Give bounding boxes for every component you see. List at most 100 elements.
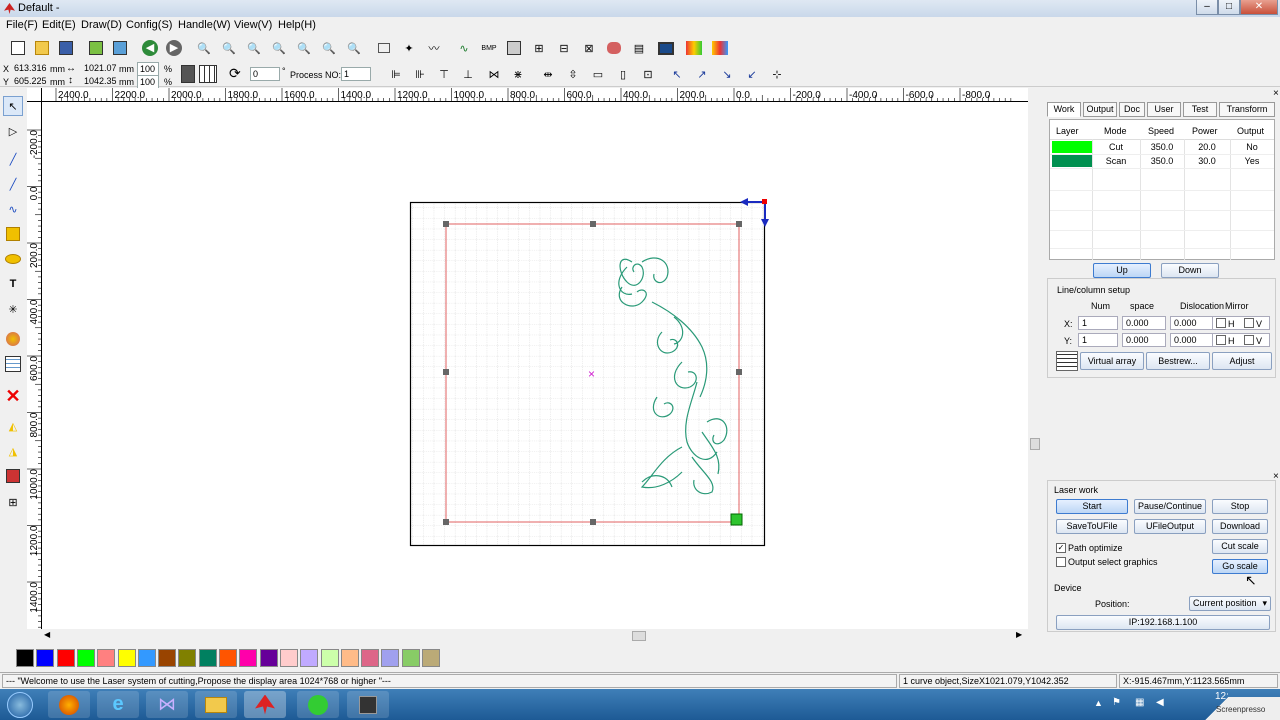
- zoom-select-icon[interactable]: 🔍: [319, 38, 339, 58]
- palette-swatch[interactable]: [361, 649, 380, 667]
- curve-tool-icon[interactable]: ∿: [3, 199, 23, 219]
- dark-app-icon[interactable]: [347, 691, 389, 718]
- start-menu-icon[interactable]: [2, 691, 38, 718]
- media-app-icon[interactable]: ⋈: [146, 691, 188, 718]
- rotation-field[interactable]: 0: [250, 67, 280, 81]
- same-height-icon[interactable]: ▯: [613, 64, 633, 84]
- align-right-icon[interactable]: ⊪: [410, 64, 430, 84]
- process-field[interactable]: 1: [341, 67, 371, 81]
- pause-continue-button[interactable]: Pause/Continue: [1134, 499, 1206, 514]
- zoom-page-icon[interactable]: 🔍: [294, 38, 314, 58]
- x-field[interactable]: 613.316: [12, 62, 50, 76]
- space-h-icon[interactable]: ⇹: [538, 64, 558, 84]
- position-select[interactable]: Current position ▾: [1189, 596, 1271, 611]
- menu-edit[interactable]: Edit(E): [42, 19, 76, 31]
- palette-swatch[interactable]: [300, 649, 319, 667]
- import-icon[interactable]: [86, 38, 106, 58]
- horizontal-scrollbar[interactable]: ◀ ▶: [42, 629, 1028, 643]
- layer-color-swatch[interactable]: [1052, 155, 1092, 167]
- download-button[interactable]: Download: [1212, 519, 1268, 534]
- menu-file[interactable]: File(F): [6, 19, 38, 31]
- stop-button[interactable]: Stop: [1212, 499, 1268, 514]
- smooth-curve-icon[interactable]: ∿: [454, 38, 474, 58]
- palette-swatch[interactable]: [36, 649, 55, 667]
- pointer-tool-icon[interactable]: ↖: [3, 96, 23, 116]
- polyline-tool-icon[interactable]: ╱: [3, 174, 23, 194]
- same-size-icon[interactable]: ⊡: [638, 64, 658, 84]
- align-top-icon[interactable]: ⊤: [434, 64, 454, 84]
- space-v-icon[interactable]: ⇳: [563, 64, 583, 84]
- rectangle-tool-icon[interactable]: [3, 224, 23, 244]
- tray-network-icon[interactable]: ▦: [1135, 697, 1144, 708]
- palette-swatch[interactable]: [219, 649, 237, 667]
- save-icon[interactable]: [56, 38, 76, 58]
- layer-color-swatch[interactable]: [1052, 141, 1092, 153]
- tree-icon[interactable]: ⊞: [529, 38, 549, 58]
- firefox-icon[interactable]: [48, 691, 90, 718]
- virtual-array-button[interactable]: Virtual array: [1080, 352, 1144, 370]
- move-bottomright-icon[interactable]: ↘: [717, 64, 737, 84]
- zoom-fit-icon[interactable]: 🔍: [269, 38, 289, 58]
- palette-swatch[interactable]: [279, 649, 298, 667]
- tab-work[interactable]: Work: [1047, 102, 1081, 117]
- export-icon[interactable]: [110, 38, 130, 58]
- palette-swatch[interactable]: [381, 649, 400, 667]
- rotate-icon[interactable]: ⟳: [229, 65, 241, 82]
- y-mirror-v-checkbox[interactable]: [1244, 335, 1254, 345]
- palette-swatch[interactable]: [178, 649, 197, 667]
- palette-swatch[interactable]: [401, 649, 420, 667]
- palette-swatch[interactable]: [158, 649, 177, 667]
- laser-app-icon[interactable]: [244, 691, 286, 718]
- tray-flag-icon[interactable]: ⚑: [1112, 697, 1121, 708]
- adjust-button[interactable]: Adjust: [1212, 352, 1272, 370]
- zoom-plus-icon[interactable]: 🔍: [219, 38, 239, 58]
- palette-swatch[interactable]: [97, 649, 116, 667]
- x-dislocation-input[interactable]: 0.000: [1170, 316, 1214, 330]
- y-field[interactable]: 605.225: [12, 75, 50, 89]
- tab-doc[interactable]: Doc: [1119, 102, 1145, 117]
- select-rect-icon[interactable]: [374, 38, 394, 58]
- save-to-ufile-button[interactable]: SaveToUFile: [1056, 519, 1128, 534]
- tab-transform[interactable]: Transform: [1219, 102, 1275, 117]
- start-button[interactable]: Start: [1056, 499, 1128, 514]
- new-file-icon[interactable]: [8, 38, 28, 58]
- array-tool-icon[interactable]: [3, 354, 23, 374]
- ufile-output-button[interactable]: UFileOutput: [1134, 519, 1206, 534]
- grid-icon[interactable]: [504, 38, 524, 58]
- machine-icon[interactable]: [604, 38, 624, 58]
- move-bottomleft-icon[interactable]: ↙: [742, 64, 762, 84]
- maximize-button[interactable]: □: [1218, 0, 1240, 15]
- group-icon[interactable]: [199, 65, 217, 83]
- palette-swatch[interactable]: [137, 649, 156, 667]
- zoom-all-icon[interactable]: 🔍: [344, 38, 364, 58]
- array-grid-icon[interactable]: [1056, 351, 1078, 371]
- palette-swatch[interactable]: [198, 649, 217, 667]
- palette-swatch[interactable]: [56, 649, 75, 667]
- mirror-v-icon[interactable]: ◮: [3, 441, 23, 461]
- palette-swatch[interactable]: [239, 649, 258, 667]
- x-space-input[interactable]: 0.000: [1122, 316, 1166, 330]
- vertical-scrollbar[interactable]: [1028, 102, 1042, 629]
- move-topleft-icon[interactable]: ↖: [667, 64, 687, 84]
- palette-swatch[interactable]: [16, 649, 34, 667]
- y-mirror-h-checkbox[interactable]: [1216, 335, 1226, 345]
- bmp-icon[interactable]: BMP: [479, 38, 499, 58]
- lead-icon[interactable]: ⊠: [579, 38, 599, 58]
- fill-tool-icon[interactable]: [3, 329, 23, 349]
- tab-user[interactable]: User: [1147, 102, 1181, 117]
- curve-edit-icon[interactable]: 〰: [424, 38, 444, 58]
- array-icon[interactable]: ⊟: [554, 38, 574, 58]
- align-left-icon[interactable]: ⊫: [386, 64, 406, 84]
- center-h-icon[interactable]: ⋈: [484, 64, 504, 84]
- monitor-icon[interactable]: [656, 38, 676, 58]
- y-space-input[interactable]: 0.000: [1122, 333, 1166, 347]
- scroll-left-icon[interactable]: ◀: [44, 630, 50, 639]
- menu-config[interactable]: Config(S): [126, 19, 172, 31]
- tray-arrow-icon[interactable]: ▲: [1094, 698, 1103, 708]
- output-select-checkbox[interactable]: [1056, 557, 1066, 567]
- horizontal-scroll-thumb[interactable]: [632, 631, 646, 641]
- height-scale-field[interactable]: 100: [137, 75, 159, 89]
- y-dislocation-input[interactable]: 0.000: [1170, 333, 1214, 347]
- palette-swatch[interactable]: [76, 649, 95, 667]
- redo-icon[interactable]: ▶: [164, 38, 184, 58]
